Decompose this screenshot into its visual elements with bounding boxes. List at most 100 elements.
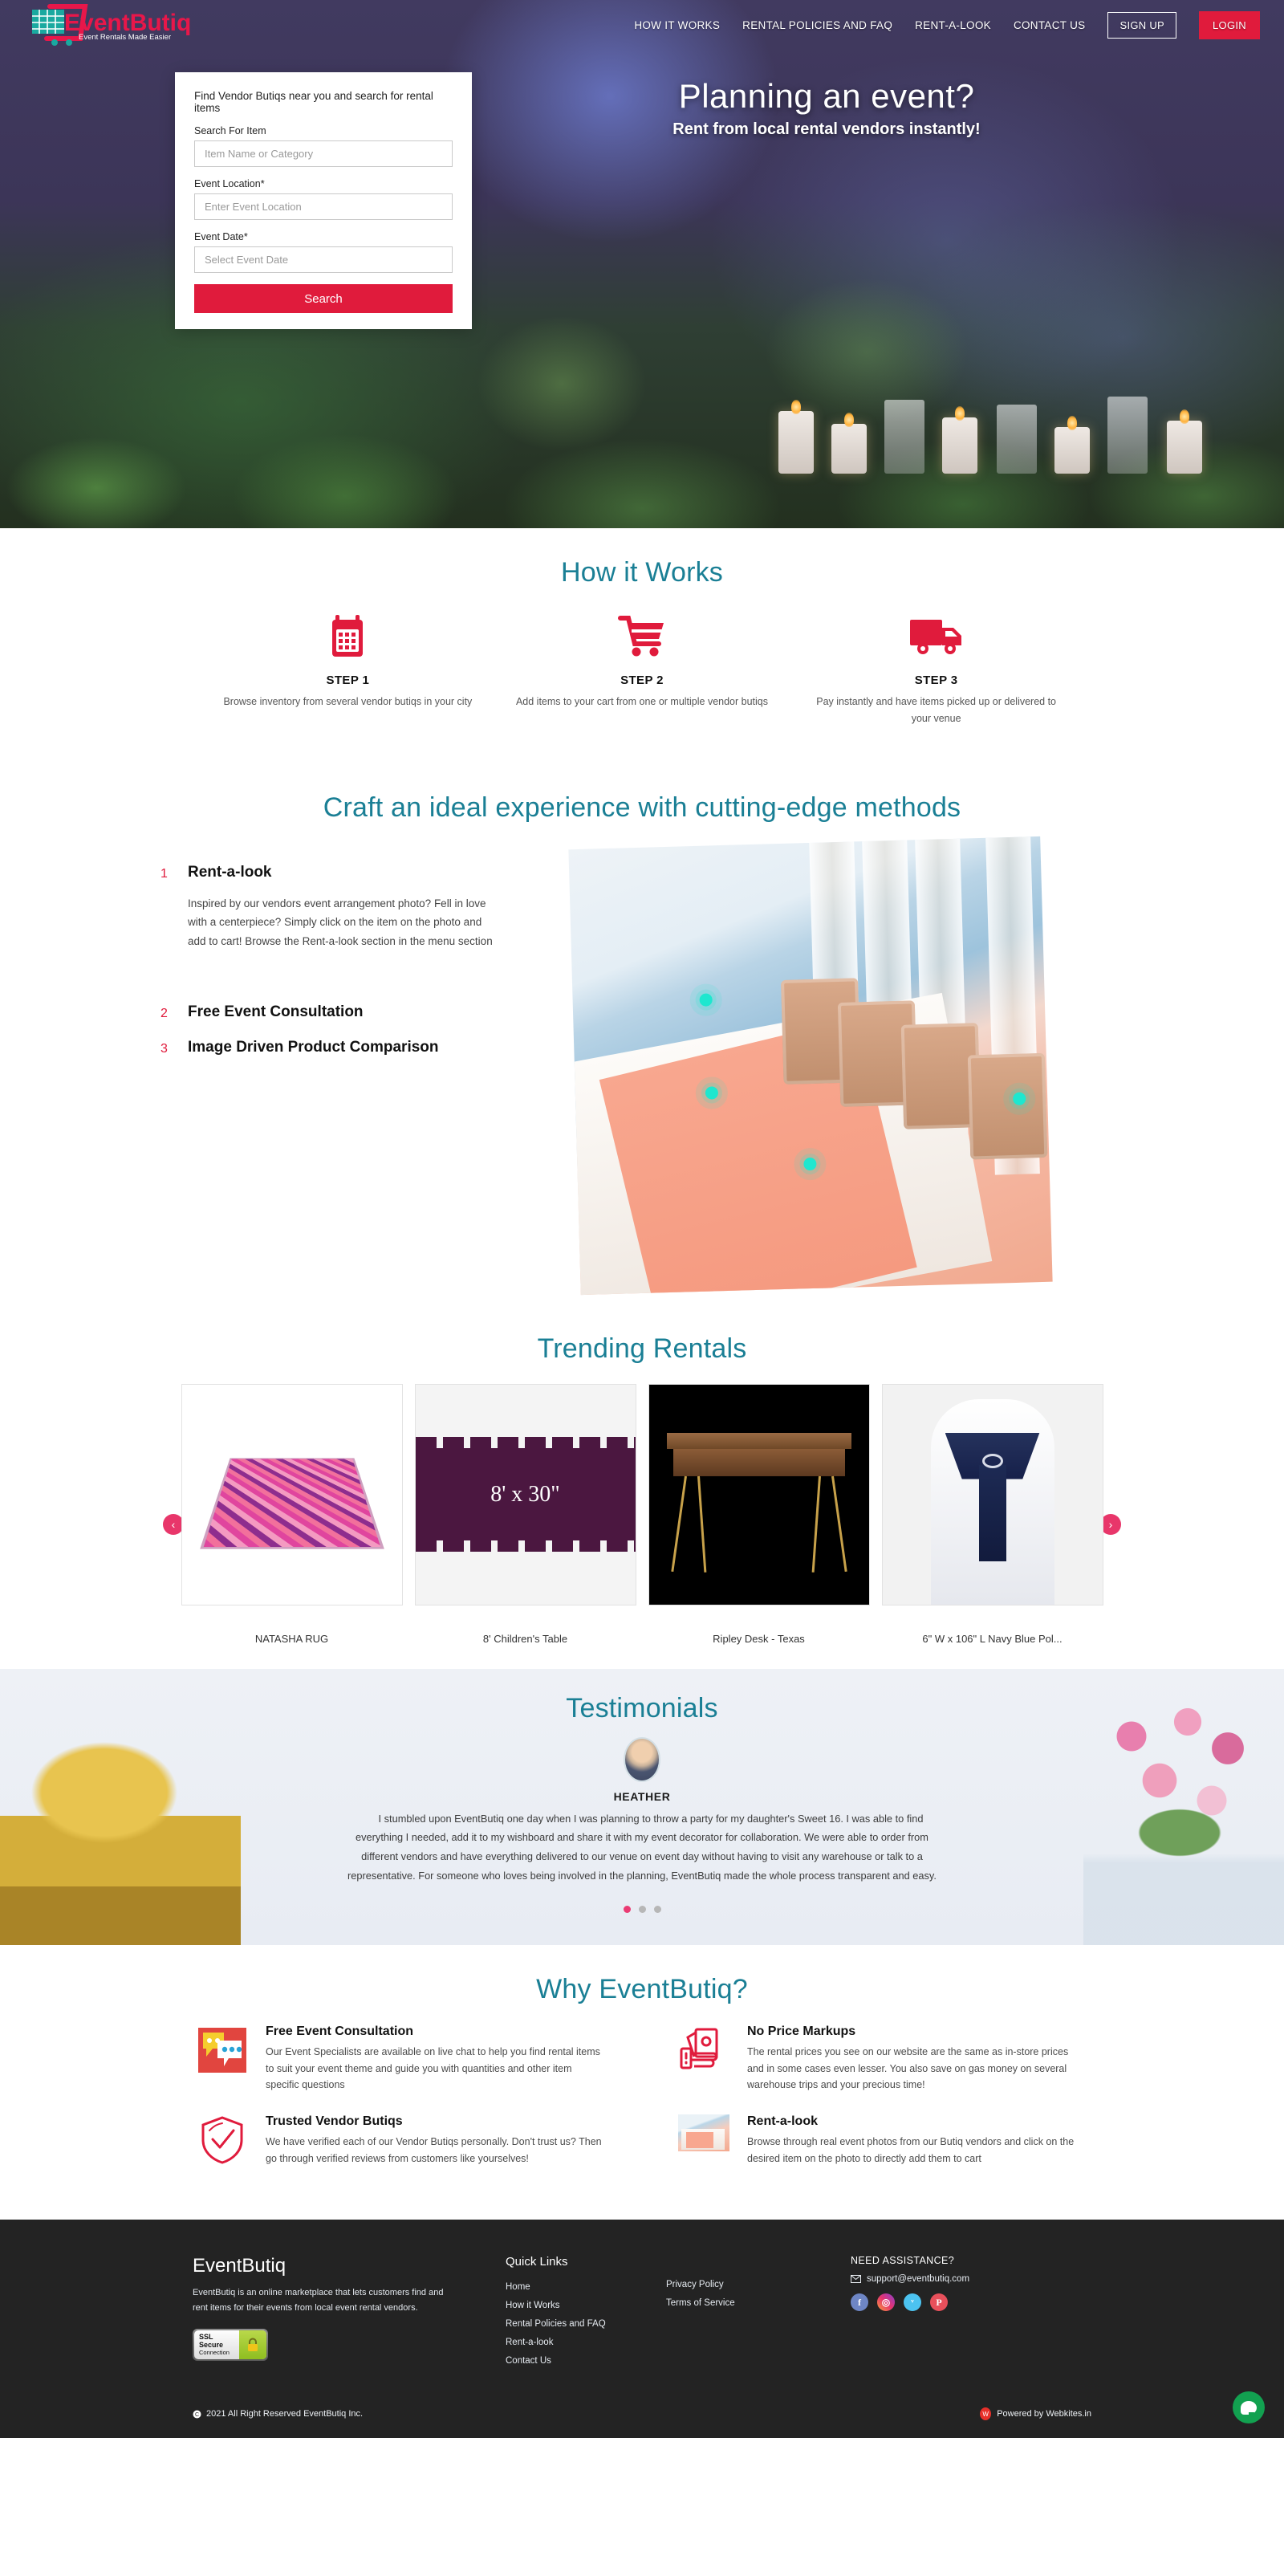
- footer-link-rental-policies[interactable]: Rental Policies and FAQ: [506, 2315, 666, 2334]
- facebook-icon[interactable]: f: [851, 2293, 868, 2312]
- rent-a-look-preview: [498, 836, 1124, 1295]
- product-card[interactable]: Ripley Desk - Texas: [648, 1383, 870, 1645]
- testimonial-dot-3[interactable]: [653, 1906, 661, 1914]
- hero-subheadline: Rent from local rental vendors instantly…: [672, 120, 981, 139]
- nav-links: HOW IT WORKS RENTAL POLICIES AND FAQ REN…: [634, 10, 1284, 39]
- logo[interactable]: EventButiq Event Rentals Made Easier: [29, 2, 205, 48]
- why-item-rent-a-look: Rent-a-look Browse through real event ph…: [678, 2114, 1087, 2167]
- truck-icon: [807, 611, 1066, 661]
- landing-page: EventButiq Event Rentals Made Easier HOW…: [0, 0, 1284, 2439]
- rent-a-look-marker-4[interactable]: [1013, 1092, 1026, 1105]
- nav-item-contact-us[interactable]: CONTACT US: [1014, 19, 1086, 31]
- twitter-icon[interactable]: ᵛ: [904, 2293, 921, 2312]
- footer-assistance-heading: NEED ASSISTANCE?: [851, 2255, 955, 2267]
- rent-a-look-photo[interactable]: [568, 836, 1053, 1295]
- instagram-icon[interactable]: ◎: [877, 2293, 895, 2312]
- product-card[interactable]: 8' x 30" 8' Children's Table: [414, 1383, 636, 1645]
- ssl-line-3: Connection: [199, 2348, 230, 2356]
- event-date-label: Event Date*: [194, 231, 248, 242]
- craft-item-1[interactable]: 1 Rent-a-look Inspired by our vendors ev…: [160, 864, 498, 951]
- gold-chair-decoration: [0, 1736, 241, 1946]
- webkites-icon: W: [980, 2407, 992, 2421]
- nav-item-rental-policies[interactable]: RENTAL POLICIES AND FAQ: [742, 19, 892, 31]
- step-3-name: STEP 3: [914, 674, 958, 687]
- event-location-label: Event Location*: [194, 178, 265, 189]
- testimonial-author: HEATHER: [613, 1789, 671, 1803]
- rent-a-look-marker-1[interactable]: [699, 992, 713, 1007]
- craft-item-3-number: 3: [160, 1042, 168, 1056]
- craft-item-2-number: 2: [160, 1007, 168, 1021]
- ssl-secure-badge: SSL Secure Connection: [193, 2328, 268, 2361]
- footer-social-links: f ◎ ᵛ P: [851, 2293, 1091, 2312]
- step-3: STEP 3 Pay instantly and have items pick…: [789, 611, 1083, 728]
- why-grid: Free Event Consultation Our Event Specia…: [0, 2005, 1284, 2187]
- footer-quick-links-column: Quick Links Home How it Works Rental Pol…: [506, 2255, 666, 2370]
- craft-item-2[interactable]: 2 Free Event Consultation: [160, 1003, 498, 1021]
- steps-list: STEP 1 Browse inventory from several ven…: [0, 588, 1284, 763]
- product-card[interactable]: 6" W x 106" L Navy Blue Pol...: [881, 1383, 1103, 1645]
- footer-link-contact-us[interactable]: Contact Us: [506, 2352, 666, 2370]
- chat-bubble-icon: [1241, 2400, 1257, 2415]
- craft-section: Craft an ideal experience with cutting-e…: [0, 763, 1284, 1304]
- search-item-input[interactable]: [194, 140, 453, 167]
- hero-copy: Planning an event? Rent from local renta…: [506, 77, 1148, 139]
- why-section: Why EventButiq? Free Event Consultation …: [0, 1945, 1284, 2220]
- why-item-free-consultation: Free Event Consultation Our Event Specia…: [197, 2025, 606, 2094]
- event-location-input[interactable]: [194, 193, 453, 220]
- why-item-no-price-markups: No Price Markups The rental prices you s…: [678, 2025, 1087, 2094]
- product-dimension-caption: 8' x 30": [490, 1481, 560, 1507]
- step-1-name: STEP 1: [326, 674, 370, 687]
- step-3-desc: Pay instantly and have items picked up o…: [816, 696, 1057, 725]
- event-photo-icon: [678, 2114, 729, 2166]
- hero-search-card: Find Vendor Butiqs near you and search f…: [175, 72, 472, 329]
- pinterest-icon[interactable]: P: [930, 2293, 948, 2312]
- craft-title: Craft an ideal experience with cutting-e…: [323, 792, 961, 823]
- nav-item-how-it-works[interactable]: HOW IT WORKS: [634, 19, 720, 31]
- footer-link-privacy-policy[interactable]: Privacy Policy: [666, 2276, 851, 2294]
- event-date-input[interactable]: [194, 246, 453, 273]
- why-item-desc: The rental prices you see on our website…: [747, 2046, 1069, 2091]
- trending-rentals-section: Trending Rentals ‹ › NATASHA RUG 8' x 30…: [0, 1304, 1284, 1669]
- rent-a-look-marker-2[interactable]: [705, 1085, 719, 1100]
- footer-assistance-column: NEED ASSISTANCE? support@eventbutiq.com …: [851, 2255, 1091, 2370]
- footer-support-email[interactable]: support@eventbutiq.com: [851, 2274, 1091, 2284]
- product-image-desk: [648, 1383, 870, 1605]
- footer-quick-links-heading: Quick Links: [506, 2255, 568, 2269]
- product-image-chair-sash: [881, 1383, 1103, 1605]
- ssl-line-1: SSL: [199, 2333, 213, 2342]
- avatar: [624, 1736, 660, 1782]
- craft-item-3-title: Image Driven Product Comparison: [188, 1039, 439, 1056]
- testimonial-dot-1[interactable]: [623, 1906, 631, 1914]
- craft-item-1-title: Rent-a-look: [188, 863, 272, 881]
- testimonial-quote: I stumbled upon EventButiq one day when …: [347, 1812, 937, 1882]
- why-item-trusted-vendors: Trusted Vendor Butiqs We have verified e…: [197, 2114, 606, 2167]
- footer-brand-column: EventButiq EventButiq is an online marke…: [193, 2255, 506, 2370]
- login-button[interactable]: LOGIN: [1199, 10, 1260, 39]
- testimonials-section: Testimonials HEATHER I stumbled upon Eve…: [0, 1668, 1284, 1946]
- craft-items-list: 1 Rent-a-look Inspired by our vendors ev…: [160, 843, 498, 1288]
- craft-item-3[interactable]: 3 Image Driven Product Comparison: [160, 1039, 498, 1056]
- footer-link-rent-a-look[interactable]: Rent-a-look: [506, 2334, 666, 2352]
- money-hand-icon: [678, 2025, 729, 2076]
- step-1-desc: Browse inventory from several vendor but…: [223, 696, 473, 707]
- nav-item-rent-a-look[interactable]: RENT-A-LOOK: [915, 19, 991, 31]
- search-button[interactable]: Search: [194, 284, 453, 313]
- trending-title: Trending Rentals: [537, 1333, 747, 1364]
- lock-icon: [239, 2330, 266, 2359]
- svg-text:C: C: [195, 2412, 199, 2418]
- footer-copyright-bar: C 2021 All Right Reserved EventButiq Inc…: [0, 2407, 1284, 2438]
- why-item-desc: Our Event Specialists are available on l…: [266, 2046, 600, 2091]
- main-navbar: EventButiq Event Rentals Made Easier HOW…: [0, 0, 1284, 50]
- footer: EventButiq EventButiq is an online marke…: [0, 2220, 1284, 2439]
- signup-button[interactable]: SIGN UP: [1107, 11, 1177, 39]
- powered-by[interactable]: W Powered by Webkites.in: [980, 2407, 1091, 2421]
- testimonial-dot-2[interactable]: [638, 1906, 646, 1914]
- footer-link-home[interactable]: Home: [506, 2278, 666, 2297]
- why-title: Why EventButiq?: [536, 1974, 748, 2005]
- product-card[interactable]: NATASHA RUG: [181, 1383, 403, 1645]
- footer-link-terms-of-service[interactable]: Terms of Service: [666, 2294, 851, 2313]
- hero-headline: Planning an event?: [678, 77, 975, 115]
- footer-link-how-it-works[interactable]: How it Works: [506, 2297, 666, 2315]
- carousel-next-button[interactable]: ›: [1100, 1513, 1121, 1535]
- rent-a-look-marker-3[interactable]: [803, 1157, 817, 1170]
